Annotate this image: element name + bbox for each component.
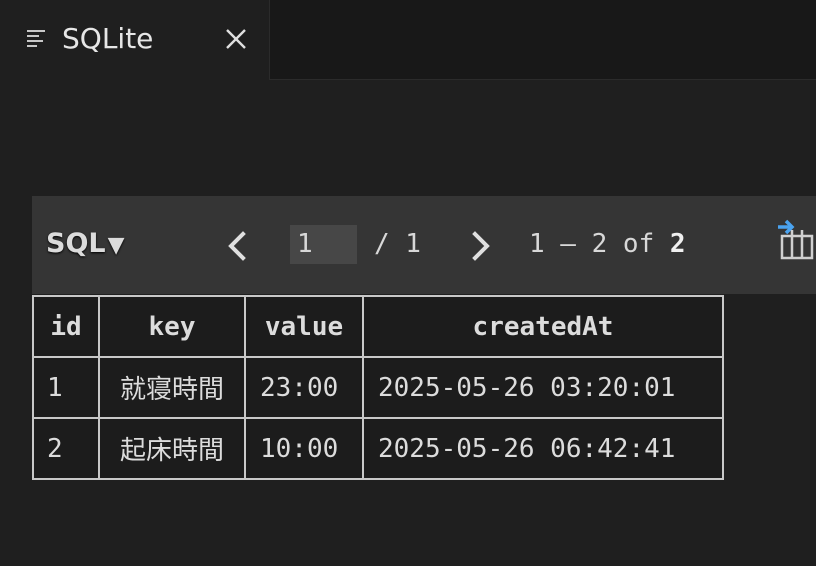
column-header-value[interactable]: value	[244, 295, 364, 358]
export-columns-icon[interactable]	[776, 218, 816, 262]
sqlite-viewer-window: SQLite SQL▼ / 1 1 – 2 of 2	[0, 0, 816, 566]
tab-title: SQLite	[62, 22, 154, 55]
next-page-button[interactable]	[468, 230, 494, 262]
close-icon[interactable]	[222, 25, 250, 53]
page-number-input[interactable]	[290, 225, 357, 264]
table-row: 1 就寝時間 23:00 2025-05-26 03:20:01	[32, 356, 724, 419]
cell-key[interactable]: 就寝時間	[98, 356, 246, 419]
column-header-createdat[interactable]: createdAt	[362, 295, 724, 358]
cell-value[interactable]: 23:00	[244, 356, 364, 419]
column-header-key[interactable]: key	[98, 295, 246, 358]
column-header-id[interactable]: id	[32, 295, 100, 358]
row-range-text: 1 – 2 of	[529, 229, 670, 259]
chevron-left-icon	[228, 231, 246, 261]
results-toolbar: SQL▼ / 1 1 – 2 of 2	[32, 196, 816, 294]
preview-lines-icon	[26, 28, 48, 50]
cell-key[interactable]: 起床時間	[98, 417, 246, 480]
row-range-total: 2	[669, 229, 686, 259]
row-range-indicator: 1 – 2 of 2	[529, 224, 686, 264]
cell-value[interactable]: 10:00	[244, 417, 364, 480]
tab-sqlite[interactable]: SQLite	[0, 0, 270, 80]
tab-bar: SQLite	[0, 0, 816, 80]
results-table: id key value createdAt 1 就寝時間 23:00 2025…	[32, 295, 724, 480]
previous-page-button[interactable]	[224, 230, 250, 262]
chevron-down-icon: ▼	[107, 233, 125, 258]
cell-id[interactable]: 2	[32, 417, 100, 480]
cell-createdat[interactable]: 2025-05-26 03:20:01	[362, 356, 724, 419]
chevron-right-icon	[472, 231, 490, 261]
cell-id[interactable]: 1	[32, 356, 100, 419]
language-label: SQL	[46, 228, 106, 259]
table-row: 2 起床時間 10:00 2025-05-26 06:42:41	[32, 417, 724, 480]
language-select[interactable]: SQL▼	[46, 224, 125, 264]
table-header-row: id key value createdAt	[32, 295, 724, 358]
page-total: / 1	[374, 229, 421, 259]
cell-createdat[interactable]: 2025-05-26 06:42:41	[362, 417, 724, 480]
